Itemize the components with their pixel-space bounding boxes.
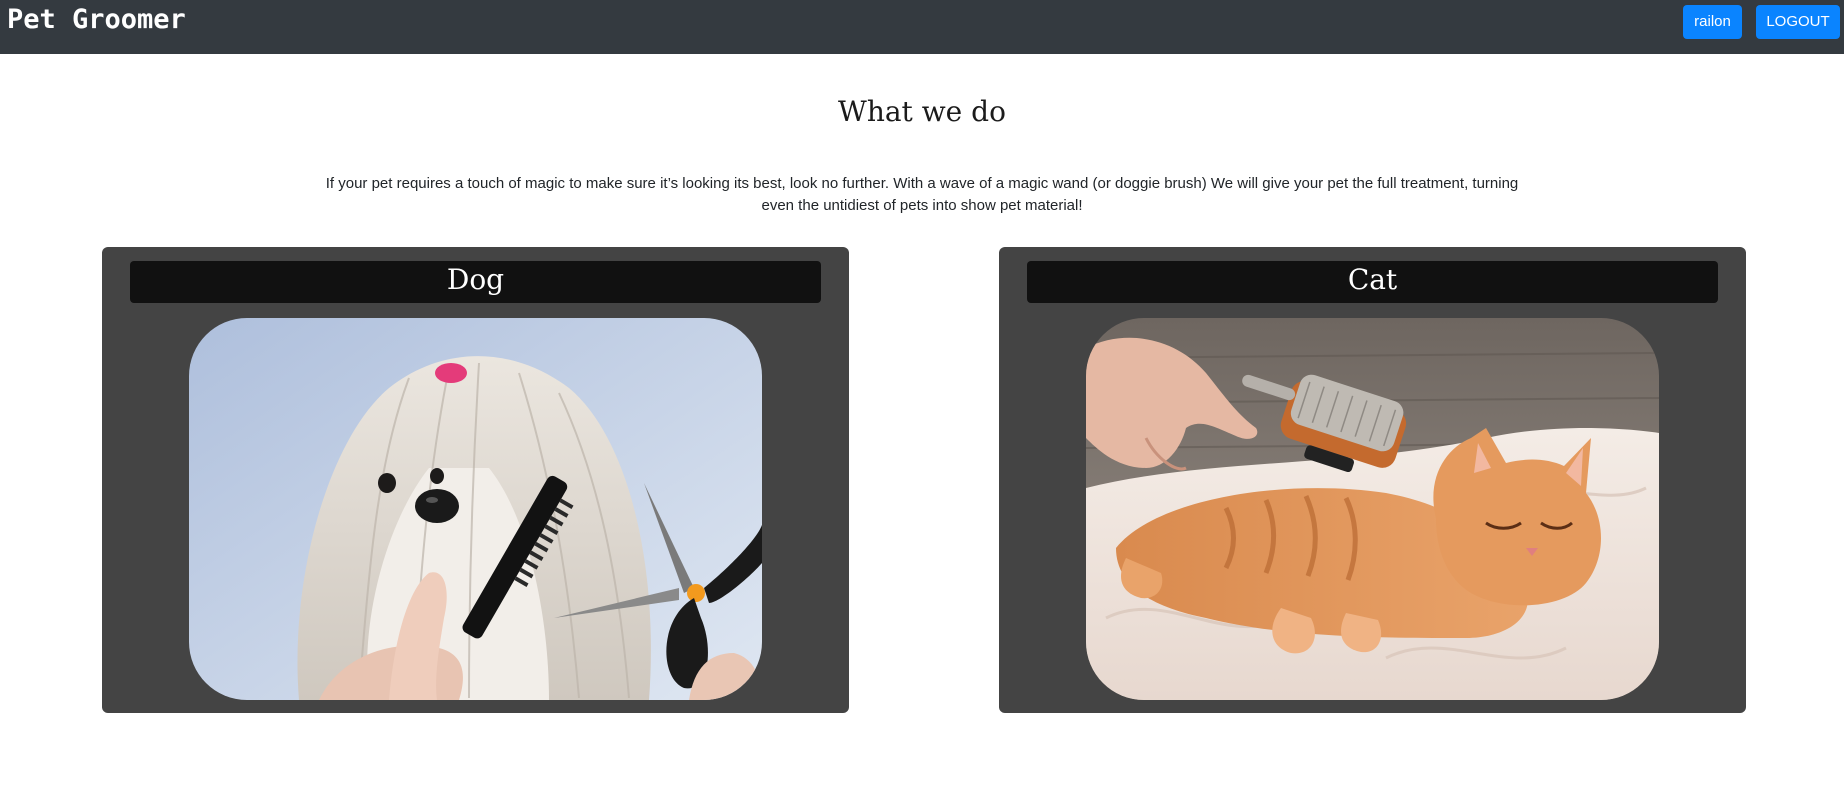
- logout-button[interactable]: LOGOUT: [1756, 5, 1840, 39]
- cat-brushing-image: [1086, 318, 1659, 700]
- intro-text: If your pet requires a touch of magic to…: [325, 175, 1519, 214]
- card-title-cat: Cat: [1027, 261, 1718, 303]
- service-card-cat: Cat: [999, 247, 1746, 713]
- brand-logo[interactable]: Pet Groomer: [7, 2, 186, 38]
- page-title: What we do: [838, 95, 1006, 128]
- card-title-dog: Dog: [130, 261, 821, 303]
- service-card-dog: Dog: [102, 247, 849, 713]
- top-navbar: Pet Groomer railon LOGOUT: [0, 0, 1844, 54]
- user-button[interactable]: railon: [1683, 5, 1742, 39]
- dog-grooming-image: [189, 318, 762, 700]
